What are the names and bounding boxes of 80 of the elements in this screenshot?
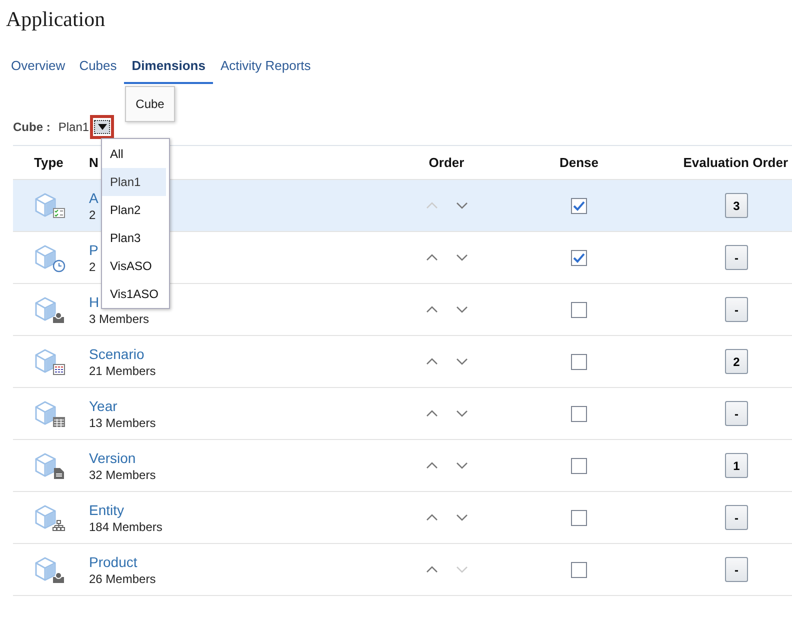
column-header: N [89,155,98,170]
move-up-icon[interactable] [426,410,438,417]
checkbox[interactable] [571,198,587,214]
checkbox[interactable] [571,250,587,266]
dropdown-option[interactable]: Plan2 [102,196,166,224]
evaluation-order-button[interactable]: 3 [725,193,748,218]
member-count: 3 Members [89,312,150,326]
move-down-icon[interactable] [456,514,468,521]
checkbox[interactable] [571,302,587,318]
tab[interactable]: Activity Reports [213,50,318,84]
table-row[interactable]: Product 26 Members - [13,544,792,596]
checkbox[interactable] [571,354,587,370]
dimension-link[interactable]: P [89,242,98,258]
dropdown-option[interactable]: VisASO [102,252,166,280]
checkbox[interactable] [571,406,587,422]
tab[interactable]: Cubes [72,50,124,84]
table-row[interactable]: Version 32 Members 1 [13,440,792,492]
move-up-icon[interactable] [426,566,438,573]
dimension-link[interactable]: Product [89,554,138,570]
tab[interactable]: Overview [4,50,72,84]
move-down-icon[interactable] [456,202,468,209]
move-down-icon[interactable] [456,410,468,417]
table-row[interactable]: Scenario 21 Members 2 [13,336,792,388]
move-up-icon[interactable] [426,358,438,365]
checkbox[interactable] [571,562,587,578]
move-down-icon[interactable] [456,254,468,261]
member-count: 2 [89,260,96,274]
column-header: Evaluation Order [683,155,788,170]
evaluation-order-button[interactable]: 1 [725,453,748,478]
dimension-link[interactable]: Scenario [89,346,144,362]
dimension-link[interactable]: Version [89,450,136,466]
dimension-icon [33,554,67,584]
dropdown-option[interactable]: All [102,140,166,168]
check-icon [573,200,585,210]
dimension-link[interactable]: H [89,294,100,310]
dimension-link[interactable]: Year [89,398,118,414]
dimension-icon [33,346,67,376]
column-header: Order [428,155,464,170]
tab[interactable]: Dimensions [124,50,214,84]
evaluation-order-button[interactable]: - [725,245,748,270]
table-row[interactable]: Entity 184 Members - [13,492,792,544]
dimension-icon [33,242,67,272]
checkbox[interactable] [571,458,587,474]
move-down-icon[interactable] [456,306,468,313]
dimension-icon [33,398,67,428]
evaluation-order-button[interactable]: - [725,557,748,582]
evaluation-order-button[interactable]: - [725,505,748,530]
dimension-icon [33,450,67,480]
move-up-icon[interactable] [426,306,438,313]
member-count: 32 Members [89,468,156,482]
member-count: 26 Members [89,572,156,586]
filter-value: Plan1 [58,120,90,134]
dropdown-option[interactable]: Plan1 [102,168,166,196]
dimension-link[interactable]: A [89,190,98,206]
check-icon [573,252,585,262]
filter-label: Cube : [13,120,50,134]
move-down-icon[interactable] [456,358,468,365]
dimension-icon [33,190,67,220]
evaluation-order-button[interactable]: 2 [725,349,748,374]
member-count: 13 Members [89,416,156,430]
checkbox[interactable] [571,510,587,526]
column-header: Type [34,155,64,170]
page-title: Application [5,6,106,33]
column-header: Dense [559,155,599,170]
table-row[interactable]: Year 13 Members - [13,388,792,440]
member-count: 21 Members [89,364,156,378]
caret-icon [98,124,107,130]
move-up-icon[interactable] [426,254,438,261]
evaluation-order-button[interactable]: - [725,401,748,426]
dimension-icon [33,294,67,324]
dimension-icon [33,502,67,532]
evaluation-order-button[interactable]: - [725,297,748,322]
dimension-link[interactable]: Entity [89,502,124,518]
member-count: 184 Members [89,520,162,534]
dropdown-button[interactable] [94,120,110,134]
tooltip: Cube [125,86,175,122]
move-up-icon[interactable] [426,514,438,521]
move-up-icon[interactable] [426,462,438,469]
member-count: 2 [89,208,96,222]
move-down-icon[interactable] [456,462,468,469]
